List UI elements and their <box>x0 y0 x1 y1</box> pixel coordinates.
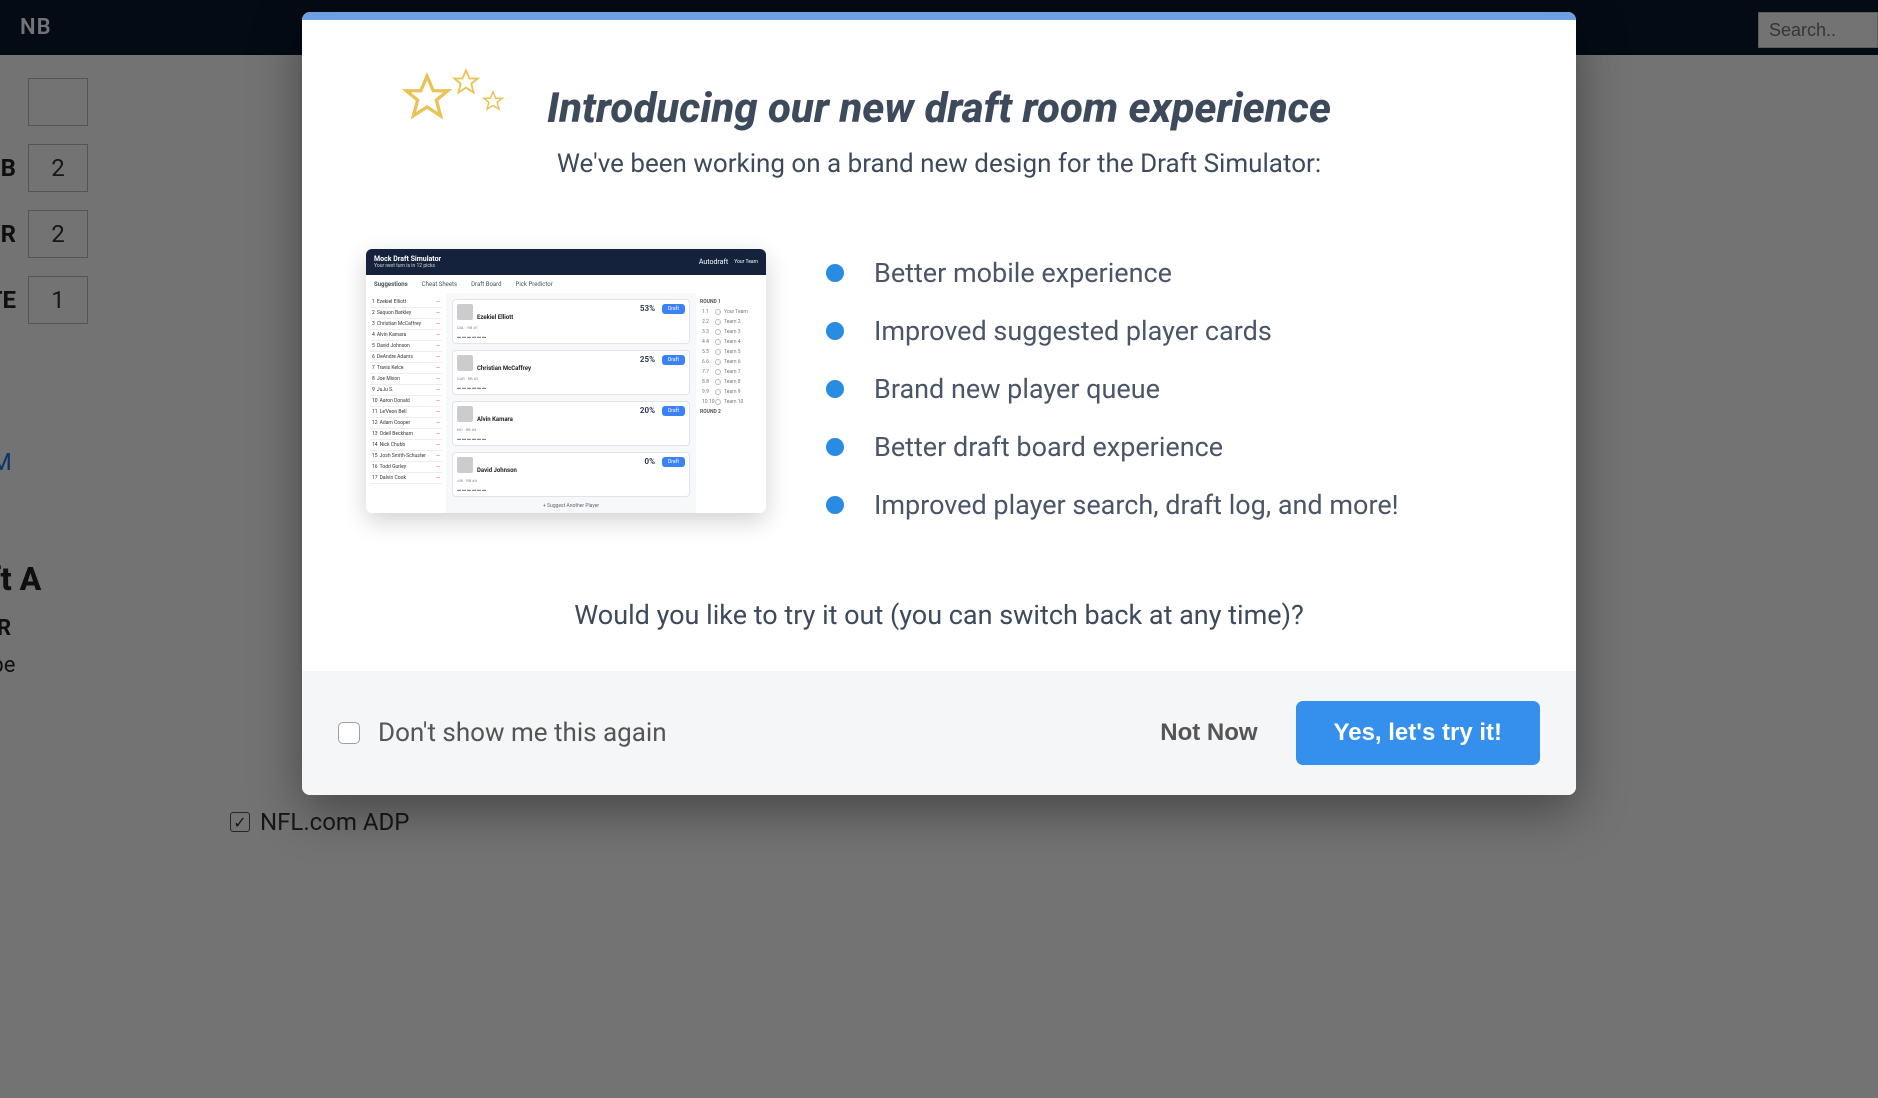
preview-queue-slot: 9.9Team 9 <box>700 387 762 397</box>
preview-rank-row: 15Josh Smith-Schuster— <box>370 451 442 462</box>
preview-player-card: Christian McCaffreyCAR · RB #225%Draft▬ … <box>452 350 690 395</box>
preview-player-card: Ezekiel ElliottDAL · RB #153%Draft▬ ▬ ▬ … <box>452 299 690 344</box>
preview-round-label: ROUND 2 <box>700 409 762 415</box>
preview-header-sub: Your next turn is in 12 picks <box>374 263 441 269</box>
modal-accent-strip <box>302 12 1576 20</box>
star-icon <box>482 90 504 112</box>
preview-queue-slot: 5.5Team 5 <box>700 347 762 357</box>
not-now-button[interactable]: Not Now <box>1160 719 1257 747</box>
preview-queue-slot: 3.3Team 3 <box>700 327 762 337</box>
preview-queue-slot: 4.4Team 4 <box>700 337 762 347</box>
preview-rank-row: 8Joe Mixon— <box>370 374 442 385</box>
preview-rank-row: 5David Johnson— <box>370 341 442 352</box>
modal-body: Introducing our new draft room experienc… <box>302 20 1576 671</box>
preview-player-card: David JohnsonARI · RB #40%Draft▬ ▬ ▬ ▬ ▬… <box>452 452 690 497</box>
preview-queue-slot: 7.7Team 7 <box>700 367 762 377</box>
modal-title: Introducing our new draft room experienc… <box>366 84 1512 133</box>
star-icon <box>402 72 452 122</box>
bullet-dot-icon <box>826 264 844 282</box>
bullet-dot-icon <box>826 438 844 456</box>
try-it-button[interactable]: Yes, let's try it! <box>1296 701 1540 765</box>
feature-text: Improved player search, draft log, and m… <box>874 489 1399 521</box>
preview-rank-row: 14Nick Chubb— <box>370 440 442 451</box>
bullet-dot-icon <box>826 496 844 514</box>
feature-text: Brand new player queue <box>874 373 1160 405</box>
preview-tab: Suggestions <box>374 281 408 288</box>
preview-queue-slot: 1.1Your Team <box>700 307 762 317</box>
preview-player-card: Alvin KamaraNO · RB #320%Draft▬ ▬ ▬ ▬ ▬ … <box>452 401 690 446</box>
checkbox-icon[interactable] <box>338 722 360 744</box>
preview-rank-row: 16Todd Gurley— <box>370 462 442 473</box>
preview-suggest-more: + Suggest Another Player <box>452 503 690 509</box>
preview-tab: Pick Predictor <box>516 281 553 288</box>
preview-your-team: Your Team <box>734 259 758 265</box>
preview-screenshot: Mock Draft Simulator Your next turn is i… <box>366 249 766 513</box>
preview-rank-row: 1Ezekiel Elliott— <box>370 297 442 308</box>
preview-rank-row: 7Travis Kelce— <box>370 363 442 374</box>
preview-rank-row: 9JuJu S.— <box>370 385 442 396</box>
feature-item: Better draft board experience <box>826 431 1512 463</box>
preview-rank-row: 12Adam Cooper— <box>370 418 442 429</box>
preview-app-title: Mock Draft Simulator <box>374 255 441 263</box>
feature-item: Brand new player queue <box>826 373 1512 405</box>
preview-rank-row: 3Christian McCaffrey— <box>370 319 442 330</box>
feature-item: Improved suggested player cards <box>826 315 1512 347</box>
preview-tab: Cheat Sheets <box>422 281 457 288</box>
feature-item: Better mobile experience <box>826 257 1512 289</box>
feature-text: Better mobile experience <box>874 257 1172 289</box>
preview-queue-slot: 10.10Team 10 <box>700 397 762 407</box>
preview-rank-row: 2Saquon Barkley— <box>370 308 442 319</box>
preview-rank-row: 4Alvin Kamara— <box>370 330 442 341</box>
preview-rank-row: 17Dalvin Cook— <box>370 473 442 484</box>
bullet-dot-icon <box>826 380 844 398</box>
dont-show-label: Don't show me this again <box>378 718 667 748</box>
feature-text: Better draft board experience <box>874 431 1223 463</box>
preview-round-label: ROUND 1 <box>700 299 762 305</box>
modal-footer: Don't show me this again Not Now Yes, le… <box>302 671 1576 795</box>
preview-rank-row: 11Le'Veon Bell— <box>370 407 442 418</box>
bullet-dot-icon <box>826 322 844 340</box>
modal-prompt: Would you like to try it out (you can sw… <box>366 599 1512 631</box>
feature-text: Improved suggested player cards <box>874 315 1272 347</box>
star-icon <box>452 68 480 96</box>
preview-queue-slot: 2.2Team 2 <box>700 317 762 327</box>
dont-show-option[interactable]: Don't show me this again <box>338 718 667 748</box>
preview-queue-slot: 8.8Team 8 <box>700 377 762 387</box>
preview-autodraft: Autodraft <box>699 258 728 266</box>
preview-rank-row: 6DeAndre Adams— <box>370 352 442 363</box>
intro-modal: Introducing our new draft room experienc… <box>302 12 1576 795</box>
preview-rank-row: 13Odell Beckham— <box>370 429 442 440</box>
feature-item: Improved player search, draft log, and m… <box>826 489 1512 521</box>
preview-queue-slot: 6.6Team 6 <box>700 357 762 367</box>
modal-subtitle: We've been working on a brand new design… <box>366 149 1512 179</box>
features-list: Better mobile experience Improved sugges… <box>826 257 1512 547</box>
preview-rank-row: 10Aaron Donald— <box>370 396 442 407</box>
preview-tab: Draft Board <box>471 281 501 288</box>
